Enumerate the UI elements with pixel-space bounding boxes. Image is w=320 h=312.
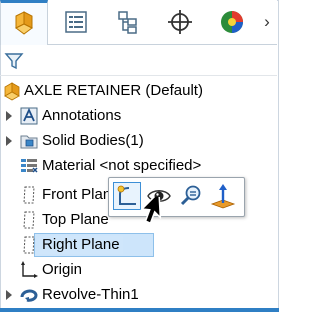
tab-property-manager[interactable] <box>52 0 100 44</box>
tree-item-label: Right Plane <box>39 236 123 254</box>
tree-item-revolve-thin1[interactable]: Revolve-Thin1 <box>0 283 277 307</box>
tree-item-label: Revolve-Thin1 <box>42 286 139 303</box>
display-manager-icon <box>221 11 243 33</box>
tab-dimxpert-manager[interactable] <box>156 0 204 44</box>
tree-root-part[interactable]: AXLE RETAINER (Default) <box>0 79 277 103</box>
configuration-manager-icon <box>118 11 137 34</box>
origin-icon <box>21 261 38 278</box>
normal-to-button[interactable] <box>209 182 237 210</box>
expand-arrow-icon[interactable] <box>5 135 13 147</box>
dimxpert-icon <box>168 10 192 34</box>
expand-arrow-icon[interactable] <box>5 110 13 122</box>
tree-item-material[interactable]: Material <not specified> <box>0 154 277 178</box>
tree-item-label: Material <not specified> <box>42 157 202 174</box>
tree-item-origin[interactable]: Origin <box>0 258 277 282</box>
tree-item-label: Origin <box>42 261 83 278</box>
annotations-icon <box>20 107 38 125</box>
tree-item-solid-bodies[interactable]: Solid Bodies(1) <box>0 129 277 153</box>
tab-feature-manager[interactable] <box>0 0 48 45</box>
tree-item-label: Annotations <box>42 107 122 124</box>
part-icon <box>4 82 20 101</box>
manager-tab-bar: › <box>0 0 277 45</box>
material-icon <box>21 159 38 173</box>
sketch-button[interactable] <box>113 182 141 210</box>
panel-bottom-accent <box>0 308 279 312</box>
tab-configuration-manager[interactable] <box>104 0 152 44</box>
tree-root-label: AXLE RETAINER (Default) <box>24 82 203 99</box>
plane-icon <box>23 186 35 204</box>
tree-item-label: Top Plane <box>42 211 109 228</box>
sketch-icon <box>117 185 136 205</box>
revolve-icon <box>20 289 38 302</box>
filter-icon[interactable] <box>4 51 24 71</box>
tab-display-manager[interactable] <box>208 0 256 44</box>
plane-icon <box>23 236 35 254</box>
solid-bodies-folder-icon <box>20 135 38 149</box>
expand-arrow-icon[interactable] <box>5 289 13 301</box>
tree-item-label: Solid Bodies(1) <box>42 132 144 149</box>
divider <box>0 75 277 76</box>
tree-item-annotations[interactable]: Annotations <box>0 104 277 128</box>
property-manager-icon <box>65 11 87 33</box>
feature-manager-icon <box>15 11 33 35</box>
mouse-cursor-icon <box>140 197 162 225</box>
normal-to-icon <box>210 184 236 209</box>
plane-icon <box>23 211 35 229</box>
more-tabs-chevron[interactable]: › <box>258 10 276 34</box>
